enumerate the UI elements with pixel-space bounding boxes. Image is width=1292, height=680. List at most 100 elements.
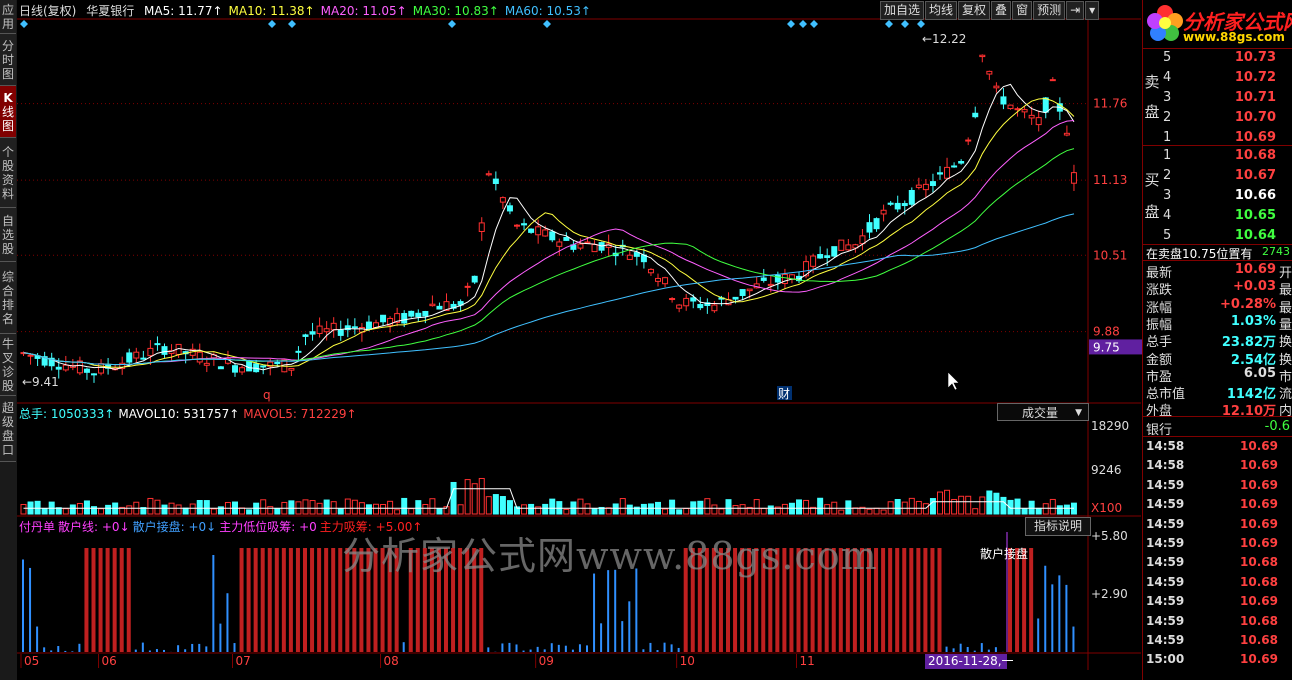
candle-body	[838, 239, 845, 251]
tick-time: 14:58	[1146, 458, 1185, 473]
buy-level-row[interactable]: 1 10.68	[1161, 146, 1292, 166]
candle-body	[288, 367, 295, 371]
volume-bar	[640, 503, 647, 515]
sector-row[interactable]: 银行 -0.6	[1143, 419, 1292, 438]
toolbar-button-2[interactable]: 复权	[958, 1, 991, 20]
volume-bar	[704, 498, 711, 515]
quote-key: 最新	[1146, 266, 1173, 281]
toolbar-button-4[interactable]: 窗	[1012, 1, 1033, 20]
nav-item-text: 股	[1, 158, 14, 173]
candle-body	[295, 350, 302, 353]
volume-bar	[189, 503, 196, 515]
month-label: 09	[539, 654, 554, 668]
volume-axis-unit: X100	[1091, 501, 1122, 515]
order-price: 10.64	[1234, 228, 1276, 243]
indicator-blue-bar	[226, 593, 229, 652]
buy-level-row[interactable]: 2 10.67	[1161, 166, 1292, 186]
candle-body	[901, 203, 908, 207]
order-price: 10.72	[1234, 70, 1276, 85]
volume-bar	[1028, 500, 1035, 515]
candle-body	[239, 367, 246, 373]
nav-item-7[interactable]: 超级盘口	[0, 396, 16, 462]
indicator-blue-bar	[191, 643, 194, 652]
candle-body	[732, 296, 739, 300]
volume-bar	[365, 504, 372, 515]
nav-item-text: 分	[1, 38, 14, 53]
quote-key: 市盈	[1146, 369, 1173, 385]
indicator-blue-bar	[205, 646, 208, 652]
price-axis-label: 10.51	[1093, 248, 1127, 262]
quote-row: 金额 2.54亿换	[1143, 349, 1292, 368]
indicator-blue-bar	[980, 643, 983, 652]
price-axis-label: 11.76	[1093, 97, 1127, 111]
candle-body	[1070, 172, 1077, 184]
nav-item-3[interactable]: 个股资料	[0, 138, 16, 208]
candle-body	[422, 310, 429, 317]
low-price-annotation: ←9.41	[22, 375, 59, 389]
nav-item-0[interactable]: 应用	[0, 0, 16, 34]
candle-body	[711, 304, 718, 312]
sell-level-row[interactable]: 5 10.73	[1161, 48, 1292, 68]
candle-body	[633, 252, 640, 257]
kline-chart-area[interactable]: 11.76 11.13 10.51 9.88 9.75 ←12.22 ←9.41 q 财 1829…	[17, 0, 1143, 680]
indicator-red-bar	[331, 548, 336, 652]
toolbar-button-3[interactable]: 叠	[991, 1, 1012, 20]
buy-level-row[interactable]: 3 10.66	[1161, 186, 1292, 206]
nav-item-text: 合	[1, 283, 14, 298]
nav-item-2[interactable]: K线图	[0, 86, 16, 138]
nav-item-6[interactable]: 牛叉诊股	[0, 334, 16, 396]
buy-level-row[interactable]: 5 10.64	[1161, 226, 1292, 246]
indicator-blue-bar	[959, 643, 962, 652]
indicator-blue-bar	[141, 642, 144, 652]
indicator-blue-bar	[22, 559, 24, 652]
indicator-blue-bar	[973, 650, 976, 652]
nav-item-text: 股	[1, 378, 14, 393]
volume-bar	[380, 503, 387, 515]
indicator-blue-bar	[557, 644, 560, 652]
indicator-legend-item: 主力低位吸筹: +0	[219, 520, 317, 534]
indicator-blue-bar	[233, 643, 236, 652]
volume-indicator-select[interactable]: 成交量 ▼	[997, 403, 1089, 421]
quote-row: 总市值 1142亿流	[1143, 383, 1292, 403]
period-label: 日线(复权)	[19, 4, 77, 18]
order-level: 3	[1163, 90, 1172, 105]
toolbar-button-0[interactable]: 加自选	[880, 1, 925, 20]
quote-value: 1142亿	[1226, 387, 1276, 403]
indicator-blue-bar	[177, 645, 180, 652]
candle-body	[746, 288, 753, 292]
quote-row: 涨幅 +0.28% 最	[1143, 297, 1292, 316]
volume-bar	[69, 504, 76, 515]
nav-item-5[interactable]: 综合排名	[0, 262, 16, 334]
indicator-red-bar	[246, 548, 251, 652]
volume-bar	[323, 499, 330, 515]
quote-tail: 换	[1278, 335, 1292, 351]
toolbar-button-1[interactable]: 均线	[925, 1, 958, 20]
site-logo: 分析家公式网 www.88gs.com	[1143, 0, 1292, 48]
tick-price: 10.69	[1240, 439, 1278, 453]
volume-bar	[958, 495, 965, 515]
quote-key: 总手	[1146, 335, 1173, 351]
quote-row: 市盈 6.05 市	[1143, 366, 1292, 385]
buy-level-row[interactable]: 4 10.65	[1161, 206, 1292, 226]
nav-item-1[interactable]: 分时图	[0, 34, 16, 86]
volume-bar	[669, 499, 676, 515]
toolbar-button-5[interactable]: 预测	[1033, 1, 1066, 20]
indicator-help-button[interactable]: 指标说明	[1025, 517, 1091, 536]
sell-level-row[interactable]: 3 10.71	[1161, 88, 1292, 108]
volume-bar	[1021, 508, 1028, 515]
sell-level-row[interactable]: 4 10.72	[1161, 68, 1292, 88]
volume-bar	[154, 499, 161, 515]
indicator-blue-bar	[543, 649, 546, 652]
indicator-blue-bar	[219, 623, 222, 652]
ma-legend-item: MA30: 10.83↑	[412, 4, 499, 18]
indicator-red-bar	[937, 548, 942, 652]
toolbar-button-6[interactable]: ⇥	[1066, 1, 1085, 20]
tick-time: 14:59	[1146, 477, 1185, 492]
indicator-red-bar	[288, 548, 293, 652]
order-level: 1	[1163, 148, 1172, 163]
sell-level-row[interactable]: 2 10.70	[1161, 108, 1292, 128]
nav-item-4[interactable]: 自选股	[0, 208, 16, 262]
toolbar-button-7[interactable]: ▾	[1085, 1, 1100, 20]
candle-body	[323, 328, 330, 333]
indicator-red-bar	[239, 548, 244, 652]
